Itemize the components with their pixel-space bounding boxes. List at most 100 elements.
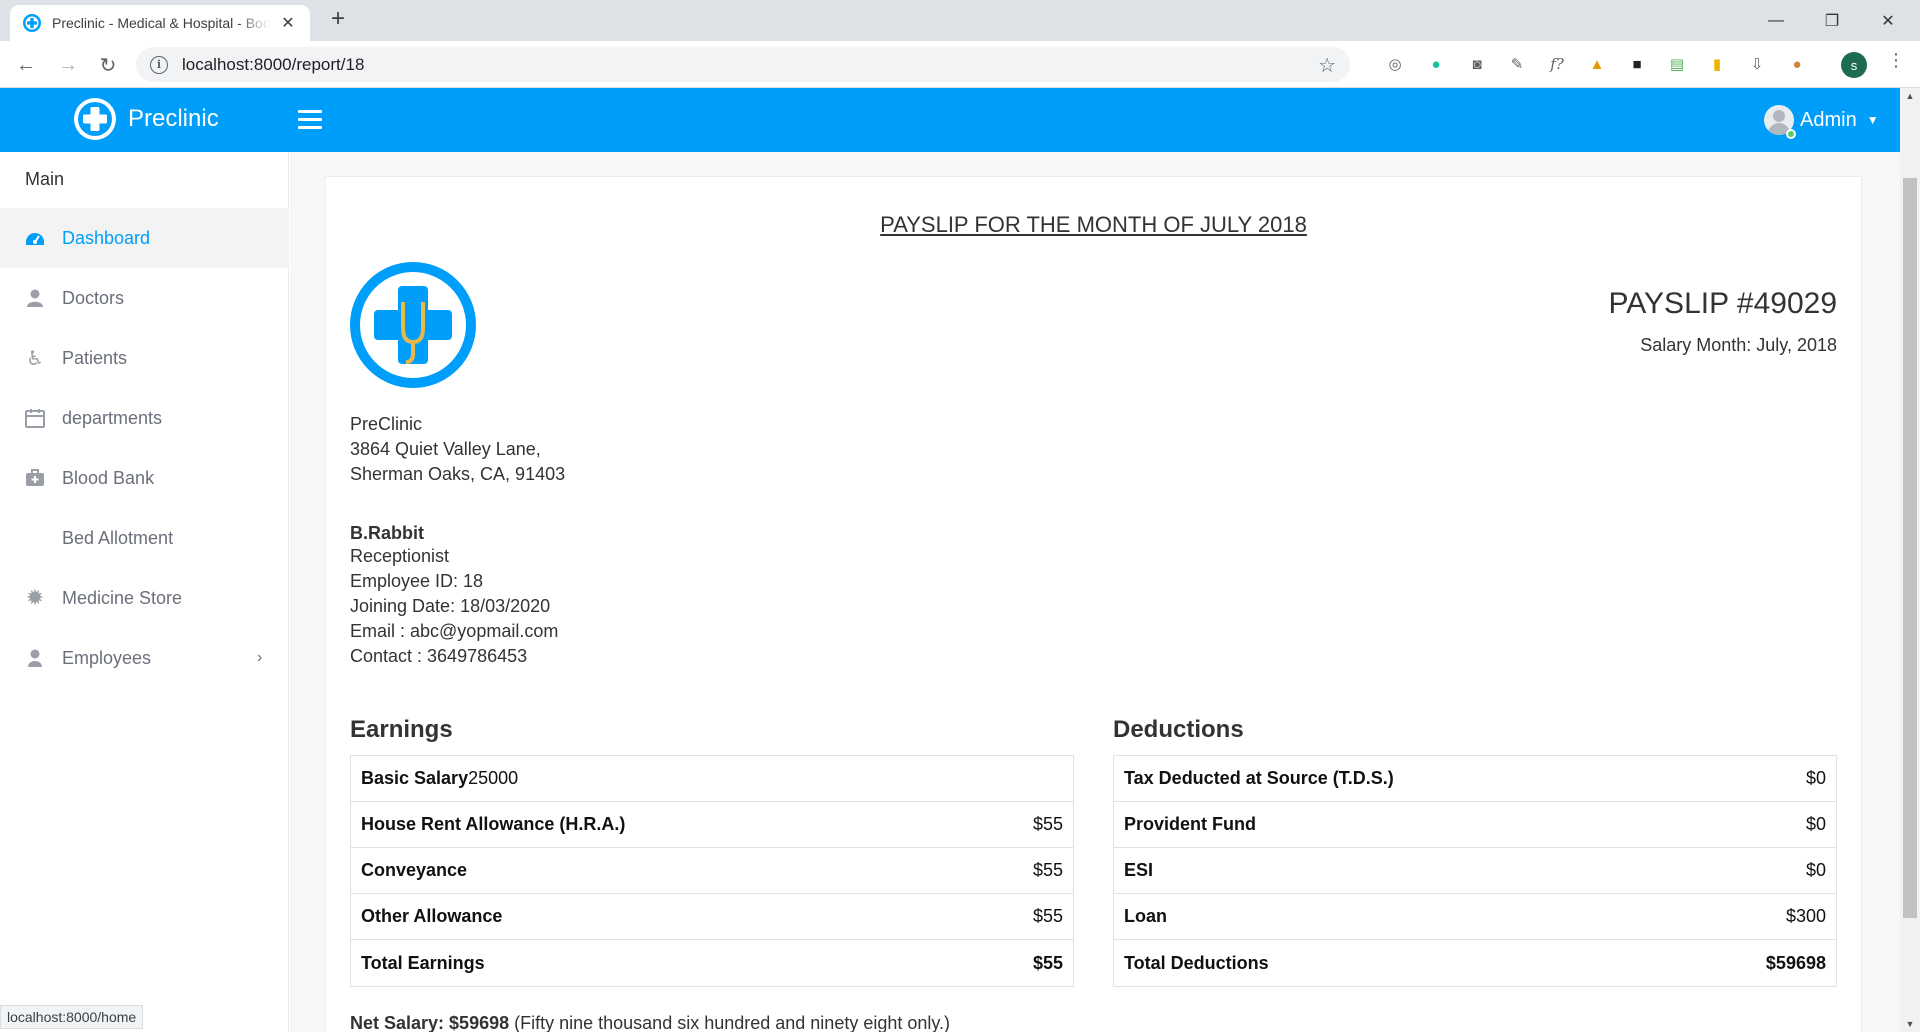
row-value: $55 — [1032, 952, 1063, 973]
row-label: Total Earnings — [361, 952, 485, 973]
table-row: Other Allowance $55 — [351, 894, 1073, 940]
table-row: Tax Deducted at Source (T.D.S.) $0 — [1114, 756, 1836, 802]
table-row: Total Earnings $55 — [351, 940, 1073, 986]
net-salary-amount: Net Salary: $59698 — [350, 1013, 510, 1032]
new-tab-button[interactable]: + — [324, 6, 352, 34]
row-label: House Rent Allowance (H.R.A.) — [361, 814, 626, 834]
sidebar-item-label: Employees — [62, 647, 152, 668]
cookie-icon[interactable]: ● — [1785, 52, 1809, 76]
doctor-icon — [24, 287, 46, 309]
close-window-button[interactable]: ✕ — [1860, 0, 1916, 41]
sidebar: Main Dashboard Doctors ♿ Patients depart… — [0, 152, 289, 1032]
table-row: Provident Fund $0 — [1114, 802, 1836, 848]
scrollbar-thumb[interactable] — [1903, 178, 1917, 918]
reload-icon[interactable]: ↻ — [92, 49, 124, 81]
lock-icon[interactable]: ▮ — [1705, 52, 1729, 76]
address-bar[interactable]: i localhost:8000/report/18 ☆ — [136, 47, 1350, 82]
download-icon[interactable]: ⇩ — [1745, 52, 1769, 76]
sidebar-item-label: Blood Bank — [62, 467, 155, 488]
gear-icon: ✹ — [25, 585, 45, 610]
eyedropper-icon[interactable]: ✎ — [1505, 52, 1529, 76]
row-inline-value: 25000 — [468, 768, 519, 788]
pma-icon[interactable]: ▲ — [1585, 52, 1609, 76]
calendar-icon — [24, 407, 46, 429]
row-value: $0 — [1805, 814, 1826, 834]
sidebar-item-medicine-store[interactable]: ✹ Medicine Store — [0, 568, 289, 628]
payslip-number: PAYSLIP #49029 — [1608, 287, 1837, 320]
vertical-scrollbar[interactable]: ▲ ▼ — [1900, 88, 1920, 1032]
bookmark-star-icon[interactable]: ☆ — [1318, 53, 1336, 78]
preclinic-favicon-icon — [23, 14, 41, 32]
company-logo-icon — [350, 262, 476, 388]
employee-contact: Contact : 3649786453 — [350, 646, 528, 666]
user-menu[interactable]: Admin ▼ — [1764, 102, 1879, 138]
net-salary-words: (Fifty nine thousand six hundred and nin… — [509, 1013, 951, 1032]
browser-menu-icon[interactable]: ⋮ — [1887, 50, 1905, 78]
cb-icon[interactable]: ■ — [1625, 52, 1649, 76]
profile-avatar[interactable]: s — [1841, 52, 1867, 78]
preclinic-logo-icon[interactable] — [73, 97, 117, 141]
camera-icon[interactable]: ◙ — [1465, 52, 1489, 76]
company-address-line2: Sherman Oaks, CA, 91403 — [350, 464, 566, 484]
employee-email: Email : abc@yopmail.com — [350, 621, 559, 641]
sidebar-item-bed-allotment[interactable]: Bed Allotment — [0, 508, 289, 568]
sidebar-item-doctors[interactable]: Doctors — [0, 268, 289, 328]
brand-name[interactable]: Preclinic — [128, 105, 219, 133]
row-label: Loan — [1124, 906, 1167, 926]
minimize-button[interactable]: — — [1748, 0, 1804, 41]
browser-tab[interactable]: Preclinic - Medical & Hospital - Bootstr… — [10, 5, 310, 41]
sidebar-item-label: Dashboard — [62, 227, 151, 248]
deductions-title: Deductions — [1113, 716, 1244, 743]
sidebar-item-label: Patients — [62, 347, 128, 368]
menu-toggle-icon[interactable] — [298, 110, 322, 130]
earnings-title: Earnings — [350, 716, 453, 743]
online-status-dot — [1786, 129, 1796, 139]
app-header: Preclinic Admin ▼ — [0, 88, 1900, 152]
inbox-icon[interactable]: ▤ — [1665, 52, 1689, 76]
formula-icon[interactable]: f? — [1545, 52, 1569, 76]
row-value: $55 — [1032, 906, 1063, 926]
payslip-heading: PAYSLIP FOR THE MONTH OF JULY 2018 — [880, 212, 1307, 237]
table-row: Conveyance $55 — [351, 848, 1073, 894]
site-info-icon[interactable]: i — [150, 55, 168, 74]
scroll-up-icon[interactable]: ▲ — [1900, 88, 1920, 104]
status-bar-url: localhost:8000/home — [0, 1005, 144, 1029]
row-value: $0 — [1805, 860, 1826, 880]
employee-info: B.Rabbit Receptionist Employee ID: 18 Jo… — [350, 522, 558, 669]
sidebar-item-blood-bank[interactable]: Blood Bank — [0, 448, 289, 508]
tab-close-icon[interactable]: ✕ — [278, 13, 298, 33]
user-icon — [24, 647, 46, 669]
row-label: Tax Deducted at Source (T.D.S.) — [1124, 768, 1394, 788]
employee-role: Receptionist — [350, 546, 450, 566]
sidebar-item-employees[interactable]: Employees › — [0, 628, 289, 688]
tab-title: Preclinic - Medical & Hospital - Bootstr… — [52, 15, 270, 31]
row-label: Other Allowance — [361, 906, 503, 926]
company-address: PreClinic 3864 Quiet Valley Lane, Sherma… — [350, 412, 565, 487]
table-row: Basic Salary25000 — [351, 756, 1073, 802]
url-text[interactable]: localhost:8000/report/18 — [182, 55, 364, 75]
row-value: $55 — [1032, 860, 1063, 880]
forward-arrow-icon[interactable]: → — [52, 49, 84, 81]
table-row: Total Deductions $59698 — [1114, 940, 1836, 986]
net-salary: Net Salary: $59698 (Fifty nine thousand … — [350, 1013, 950, 1032]
sidebar-item-departments[interactable]: departments — [0, 388, 289, 448]
row-value: $55 — [1032, 814, 1063, 834]
table-row: House Rent Allowance (H.R.A.) $55 — [351, 802, 1073, 848]
medkit-icon — [24, 467, 46, 489]
earnings-table: Basic Salary25000 House Rent Allowance (… — [350, 755, 1074, 987]
table-row: ESI $0 — [1114, 848, 1836, 894]
back-arrow-icon[interactable]: ← — [10, 49, 42, 81]
grammarly-icon[interactable]: ● — [1424, 52, 1448, 76]
row-label: Conveyance — [361, 860, 468, 880]
extension-icon[interactable]: ◎ — [1383, 52, 1407, 76]
restore-button[interactable]: ❐ — [1804, 0, 1860, 41]
sidebar-item-label: Bed Allotment — [62, 527, 174, 548]
table-row: Loan $300 — [1114, 894, 1836, 940]
salary-month: Salary Month: July, 2018 — [1640, 335, 1837, 355]
sidebar-item-dashboard[interactable]: Dashboard — [0, 208, 289, 268]
dashboard-icon — [24, 227, 46, 249]
row-label: Provident Fund — [1124, 814, 1256, 834]
sidebar-item-patients[interactable]: ♿ Patients — [0, 328, 289, 388]
scroll-down-icon[interactable]: ▼ — [1900, 1016, 1920, 1032]
row-label: Basic Salary — [361, 768, 469, 788]
